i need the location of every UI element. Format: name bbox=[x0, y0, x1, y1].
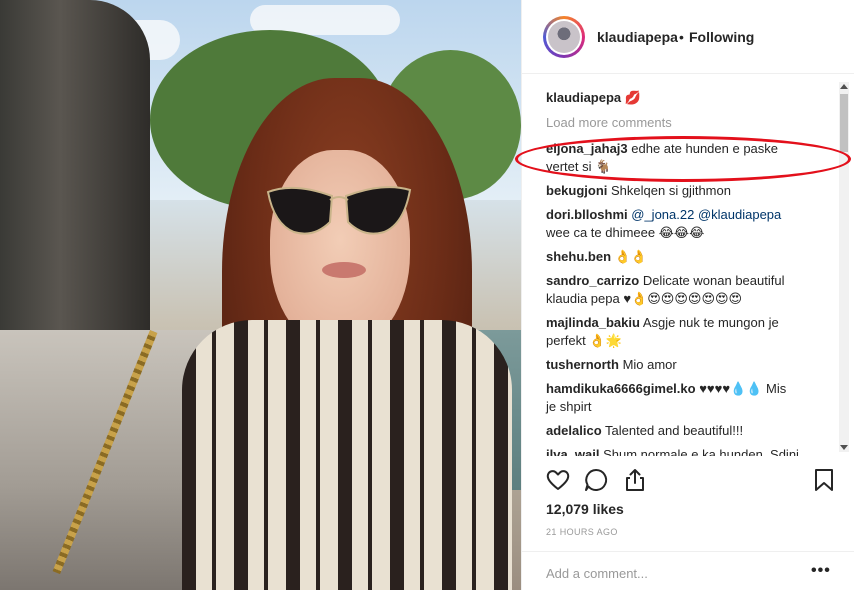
post-photo[interactable] bbox=[0, 0, 521, 590]
likes-count[interactable]: 12,079 likes bbox=[546, 501, 624, 517]
comment-username[interactable]: bekugjoni bbox=[546, 183, 607, 198]
comment-icon[interactable] bbox=[583, 467, 609, 493]
comment-username[interactable]: ilva_wail bbox=[546, 447, 599, 456]
comment-username[interactable]: hamdikuka6666gimel.ko bbox=[546, 381, 696, 396]
comment-username[interactable]: shehu.ben bbox=[546, 249, 611, 264]
comment-username[interactable]: sandro_carrizo bbox=[546, 273, 639, 288]
comments-scrollbar[interactable] bbox=[839, 82, 849, 452]
scroll-down-icon[interactable] bbox=[840, 445, 848, 450]
comment-username[interactable]: tushernorth bbox=[546, 357, 619, 372]
scrollbar-thumb[interactable] bbox=[840, 94, 848, 152]
follow-button[interactable]: Following bbox=[689, 29, 754, 45]
photo-lips bbox=[322, 262, 366, 278]
share-icon[interactable] bbox=[622, 467, 648, 493]
comment-item: tushernorth Mio amor bbox=[546, 356, 830, 374]
photo-patterned-top bbox=[182, 320, 512, 590]
comment-text: ♥♥♥♥💧💧 Mis bbox=[695, 381, 787, 396]
comment-item: shehu.ben 👌👌 bbox=[546, 248, 830, 266]
caption-username[interactable]: klaudiapepa 💋 bbox=[546, 90, 641, 106]
add-comment-input[interactable]: Add a comment... bbox=[546, 566, 648, 581]
comment-text: Talented and beautiful!!! bbox=[601, 423, 744, 438]
comment-text: Shkelqen si gjithmon bbox=[607, 183, 731, 198]
comment-text: klaudia pepa ♥👌😍😍😍😍😍😍😍 bbox=[546, 291, 743, 306]
comment-username[interactable]: dori.blloshmi bbox=[546, 207, 628, 222]
comment-item: hamdikuka6666gimel.ko ♥♥♥♥💧💧 Mis je shpi… bbox=[546, 380, 830, 416]
header-username[interactable]: klaudiapepa bbox=[597, 29, 678, 45]
comment-username[interactable]: majlinda_bakiu bbox=[546, 315, 640, 330]
post-header: klaudiapepa • Following bbox=[522, 0, 854, 74]
comment-text: Asgje nuk te mungon je bbox=[639, 315, 779, 330]
mention-link[interactable]: @klaudiapepa bbox=[694, 207, 781, 222]
heart-icon[interactable] bbox=[545, 467, 571, 493]
add-comment-bar: Add a comment... ••• bbox=[522, 551, 854, 590]
comment-text: Delicate wonan beautiful bbox=[639, 273, 785, 288]
comment-item: ilva_wail Shum normale e ka hunden. Sdin… bbox=[546, 446, 830, 456]
comment-text: wee ca te dhimeee 😂😂😂 bbox=[546, 225, 705, 240]
bookmark-icon[interactable] bbox=[811, 467, 837, 493]
comment-item: bekugjoni Shkelqen si gjithmon bbox=[546, 182, 830, 200]
comment-username[interactable]: adelalico bbox=[546, 423, 602, 438]
more-options-icon[interactable]: ••• bbox=[811, 562, 831, 580]
comment-text: Mio amor bbox=[618, 357, 677, 372]
header-separator: • bbox=[679, 29, 684, 45]
mention-link[interactable]: @_jona.22 bbox=[631, 207, 694, 222]
comment-text: perfekt 👌🌟 bbox=[546, 333, 622, 348]
comment-text: je shpirt bbox=[546, 399, 592, 414]
avatar[interactable] bbox=[543, 16, 585, 58]
comment-text: Shum normale e ka hunden. Sdini bbox=[599, 447, 799, 456]
post-details-panel: klaudiapepa • Following klaudiapepa 💋 Lo… bbox=[521, 0, 854, 590]
comment-item: sandro_carrizo Delicate wonan beautiful … bbox=[546, 272, 830, 308]
comment-item: majlinda_bakiu Asgje nuk te mungon je pe… bbox=[546, 314, 830, 350]
highlight-ellipse bbox=[515, 136, 851, 182]
post-timestamp[interactable]: 21 HOURS AGO bbox=[546, 527, 618, 537]
comment-text: 👌👌 bbox=[611, 249, 648, 264]
comment-item: adelalico Talented and beautiful!!! bbox=[546, 422, 830, 440]
sunglasses-shape bbox=[266, 186, 412, 235]
comment-item: dori.blloshmi @_jona.22 @klaudiapepa wee… bbox=[546, 206, 830, 242]
photo-lamppost bbox=[0, 0, 150, 360]
load-more-comments-button[interactable]: Load more comments bbox=[546, 115, 672, 130]
scroll-up-icon[interactable] bbox=[840, 84, 848, 89]
